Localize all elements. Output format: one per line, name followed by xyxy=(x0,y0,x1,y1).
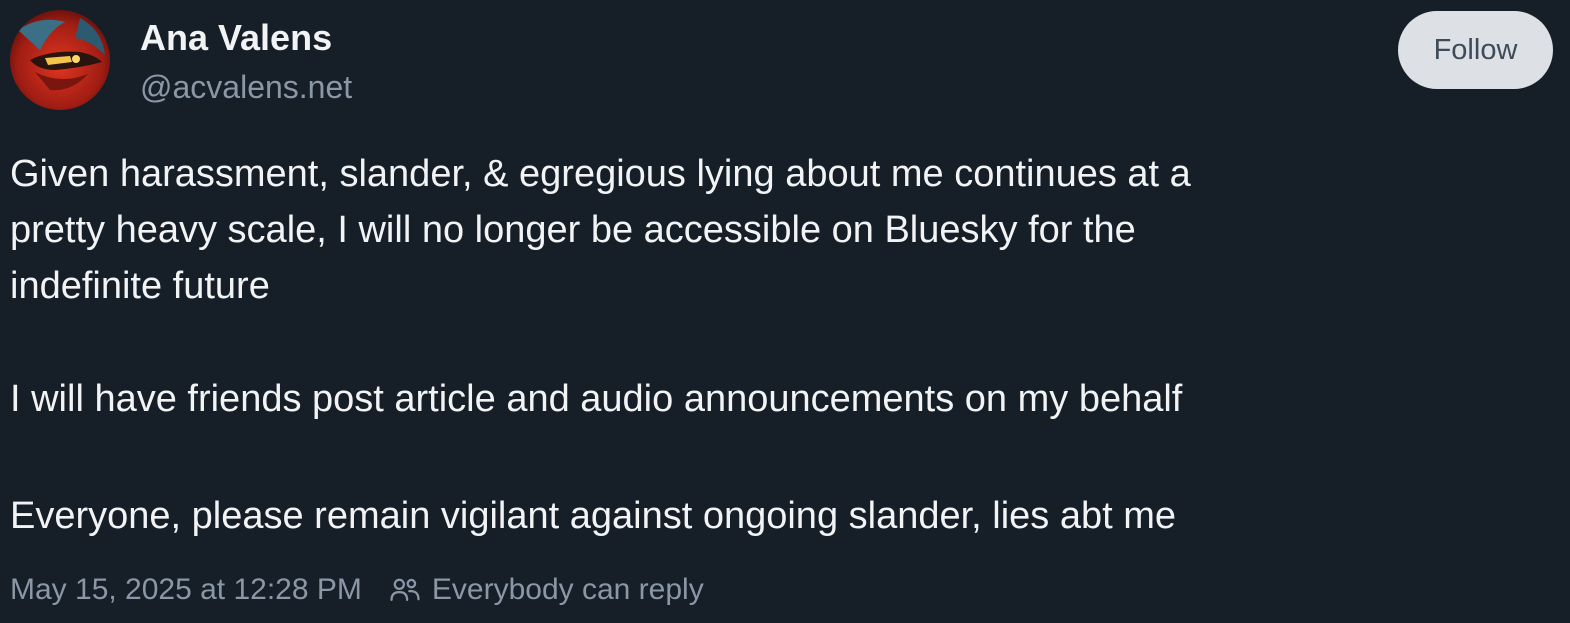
reply-setting[interactable]: Everybody can reply xyxy=(432,573,704,607)
post-text-line: pretty heavy scale, I will no longer be … xyxy=(10,209,1136,251)
author-display-name[interactable]: Ana Valens xyxy=(140,16,332,60)
post-text-line: Given harassment, slander, & egregious l… xyxy=(10,153,1191,195)
post-timestamp[interactable]: May 15, 2025 at 12:28 PM xyxy=(10,573,362,607)
post-text-line: I will have friends post article and aud… xyxy=(10,378,1183,420)
post-text-line: indefinite future xyxy=(10,265,270,307)
post-meta: May 15, 2025 at 12:28 PM Everybody can r… xyxy=(10,566,704,614)
post-text-line: Everyone, please remain vigilant against… xyxy=(10,495,1177,537)
author-handle[interactable]: @acvalens.net xyxy=(140,67,352,107)
post-card: Ana Valens @acvalens.net Follow Given ha… xyxy=(0,0,1570,623)
user-avatar[interactable] xyxy=(10,10,110,110)
avatar-image xyxy=(10,10,110,110)
follow-button[interactable]: Follow xyxy=(1398,11,1553,89)
people-icon xyxy=(388,573,422,607)
